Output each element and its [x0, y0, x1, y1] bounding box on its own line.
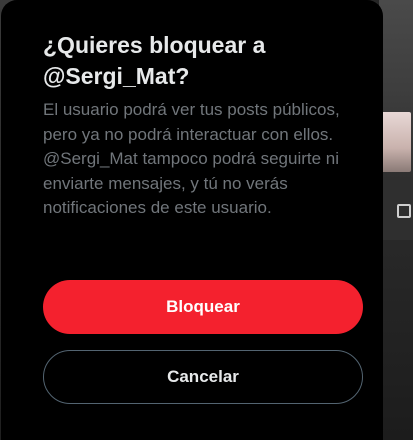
background-media-thumbnail	[381, 112, 411, 172]
block-button[interactable]: Bloquear	[43, 280, 363, 334]
background-right-strip	[379, 0, 413, 440]
dialog-description: El usuario podrá ver tus posts públicos,…	[43, 100, 340, 217]
background-media-icon	[379, 180, 413, 240]
cancel-button[interactable]: Cancelar	[43, 350, 363, 404]
dialog-title: ¿Quieres bloquear a @Sergi_Mat?	[43, 32, 266, 89]
block-user-dialog: ¿Quieres bloquear a @Sergi_Mat? El usuar…	[1, 0, 383, 440]
